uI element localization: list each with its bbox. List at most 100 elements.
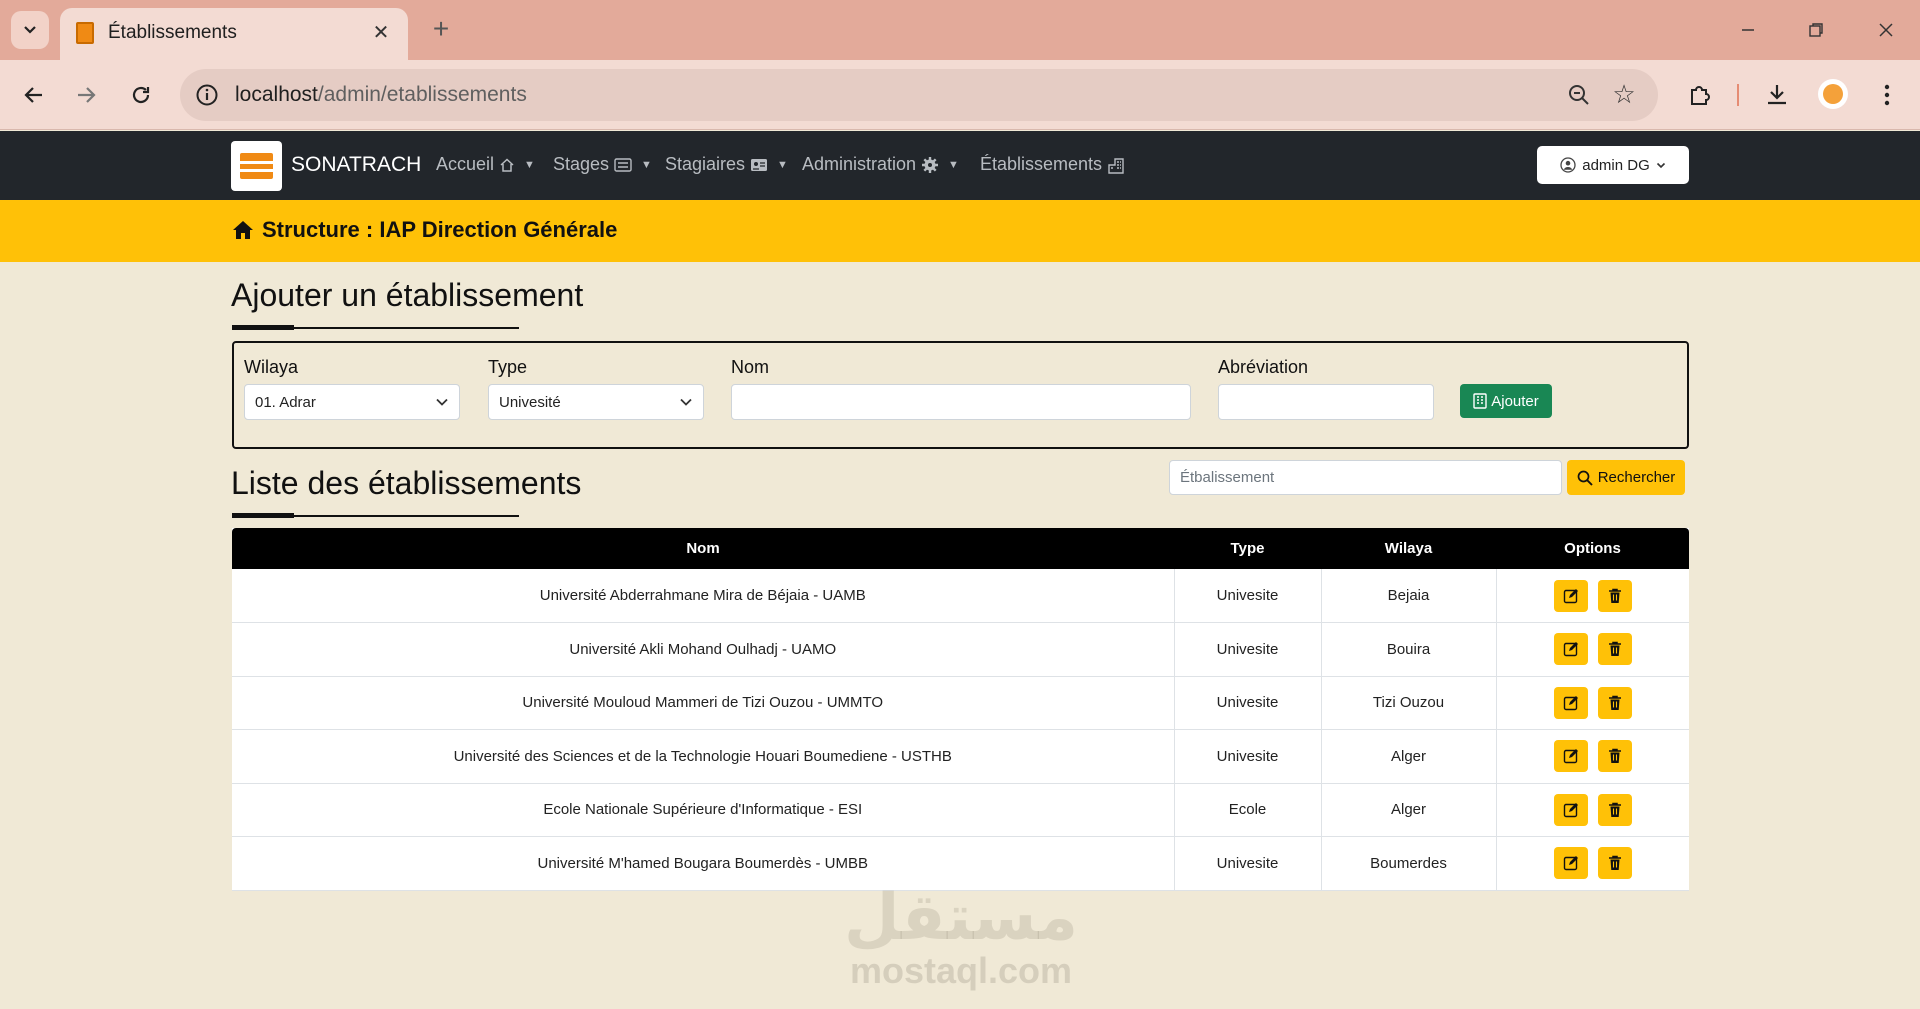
structure-heading: Structure : IAP Direction Générale <box>232 217 617 243</box>
cell-type: Univesite <box>1173 729 1321 784</box>
bookmark-star-icon[interactable]: ☆ <box>1610 80 1638 108</box>
search-input[interactable] <box>1169 460 1562 495</box>
edit-button[interactable] <box>1553 847 1588 880</box>
sonatrach-logo[interactable] <box>231 141 282 191</box>
browser-menu-icon[interactable] <box>1867 75 1907 115</box>
cell-type: Univesite <box>1173 622 1321 677</box>
cell-options <box>1495 729 1689 784</box>
extensions-icon[interactable] <box>1680 75 1720 115</box>
address-bar[interactable]: localhost/admin/etablissements ☆ <box>180 69 1658 121</box>
delete-button[interactable] <box>1597 847 1632 880</box>
cell-nom: Ecole Nationale Supérieure d'Informatiqu… <box>232 783 1174 837</box>
trash-icon <box>1608 749 1621 764</box>
edit-icon <box>1563 802 1578 817</box>
cell-options <box>1495 836 1689 891</box>
cell-wilaya: Bejaia <box>1320 569 1496 623</box>
close-icon <box>1879 23 1893 37</box>
home-icon <box>500 157 514 172</box>
home-icon <box>233 221 253 239</box>
browser-toolbar: localhost/admin/etablissements ☆ <box>0 60 1920 130</box>
url-host: localhost <box>235 83 318 106</box>
cell-type: Univesite <box>1173 569 1321 623</box>
caret-down-icon: ▼ <box>641 158 652 171</box>
structure-title: Structure : IAP Direction Générale <box>262 217 618 242</box>
arrow-right-icon <box>78 87 96 103</box>
add-button-label: Ajouter <box>1491 392 1539 410</box>
delete-button[interactable] <box>1597 633 1632 666</box>
table-row: Université Akli Mohand Oulhadj - UAMO Un… <box>232 622 1689 677</box>
nav-stagiaires[interactable]: Stagiaires ▼ <box>665 154 788 175</box>
browser-tab[interactable]: Établissements ✕ <box>60 8 408 60</box>
edit-button[interactable] <box>1553 686 1588 719</box>
site-info-icon[interactable] <box>194 82 220 108</box>
close-tab-icon[interactable]: ✕ <box>368 20 394 46</box>
restore-button[interactable] <box>1792 10 1840 50</box>
nav-etablissements[interactable]: Établissements <box>980 154 1125 175</box>
wilaya-label: Wilaya <box>244 357 299 377</box>
caret-down-icon: ▼ <box>948 158 959 171</box>
edit-icon <box>1563 856 1578 871</box>
delete-button[interactable] <box>1597 686 1632 719</box>
delete-button[interactable] <box>1597 793 1632 826</box>
forward-button[interactable] <box>66 75 106 115</box>
edit-button[interactable] <box>1553 740 1588 773</box>
add-establishment-form: Wilaya 01. Adrar Type Univesité Nom Abré… <box>232 341 1689 449</box>
cell-options <box>1495 783 1689 837</box>
column-header-wilaya[interactable]: Wilaya <box>1321 528 1496 569</box>
nav-etablissements-label: Établissements <box>980 154 1103 174</box>
nom-input[interactable] <box>731 384 1191 420</box>
trash-icon <box>1608 856 1621 871</box>
minimize-icon <box>1742 29 1754 31</box>
cell-wilaya: Tizi Ouzou <box>1320 676 1496 730</box>
delete-button[interactable] <box>1597 579 1632 612</box>
nav-stages[interactable]: Stages ▼ <box>553 154 652 175</box>
chevron-down-icon <box>24 26 36 34</box>
cell-type: Univesite <box>1173 836 1321 891</box>
building-add-icon <box>1473 393 1487 409</box>
browser-tabstrip: Établissements ✕ + <box>0 0 1920 60</box>
cell-nom: Université des Sciences et de la Technol… <box>232 729 1174 784</box>
download-icon[interactable] <box>1757 75 1797 115</box>
type-label: Type <box>488 357 528 377</box>
back-button[interactable] <box>14 75 54 115</box>
type-select[interactable]: Univesité <box>488 384 704 420</box>
add-button[interactable]: Ajouter <box>1460 384 1552 418</box>
nav-administration[interactable]: Administration ▼ <box>802 154 959 175</box>
list-icon <box>614 157 632 172</box>
wilaya-select[interactable]: 01. Adrar <box>244 384 460 420</box>
trash-icon <box>1608 695 1621 710</box>
cell-wilaya: Bouira <box>1320 622 1496 677</box>
chevron-down-icon <box>436 398 448 406</box>
url-text[interactable]: localhost/admin/etablissements <box>235 83 527 107</box>
column-header-options: Options <box>1496 528 1689 569</box>
reload-button[interactable] <box>121 75 161 115</box>
list-section-underline <box>232 513 519 518</box>
profile-avatar[interactable] <box>1818 79 1848 109</box>
zoom-icon[interactable] <box>1566 82 1592 108</box>
building-icon <box>1108 157 1124 174</box>
trash-icon <box>1608 802 1621 817</box>
tab-search-button[interactable] <box>11 11 49 49</box>
column-header-nom[interactable]: Nom <box>232 528 1174 569</box>
search-button[interactable]: Rechercher <box>1567 460 1685 495</box>
minimize-button[interactable] <box>1724 10 1772 50</box>
delete-button[interactable] <box>1597 740 1632 773</box>
user-menu-button[interactable]: admin DG <box>1537 146 1689 184</box>
column-header-type[interactable]: Type <box>1174 528 1321 569</box>
search-button-label: Rechercher <box>1597 469 1676 486</box>
cell-options <box>1495 622 1689 677</box>
new-tab-button[interactable]: + <box>424 12 458 46</box>
edit-button[interactable] <box>1553 793 1588 826</box>
abreviation-input[interactable] <box>1218 384 1434 420</box>
type-selected-value: Univesité <box>499 393 561 411</box>
nom-label: Nom <box>731 357 770 377</box>
nav-accueil[interactable]: Accueil ▼ <box>436 154 535 175</box>
cell-nom: Université Akli Mohand Oulhadj - UAMO <box>232 622 1174 677</box>
restore-icon <box>1809 23 1823 37</box>
edit-button[interactable] <box>1553 579 1588 612</box>
close-window-button[interactable] <box>1862 10 1910 50</box>
brand-name[interactable]: SONATRACH <box>291 153 421 177</box>
structure-banner: Structure : IAP Direction Générale <box>0 200 1920 262</box>
edit-button[interactable] <box>1553 633 1588 666</box>
table-row: Université Abderrahmane Mira de Béjaia -… <box>232 569 1689 623</box>
